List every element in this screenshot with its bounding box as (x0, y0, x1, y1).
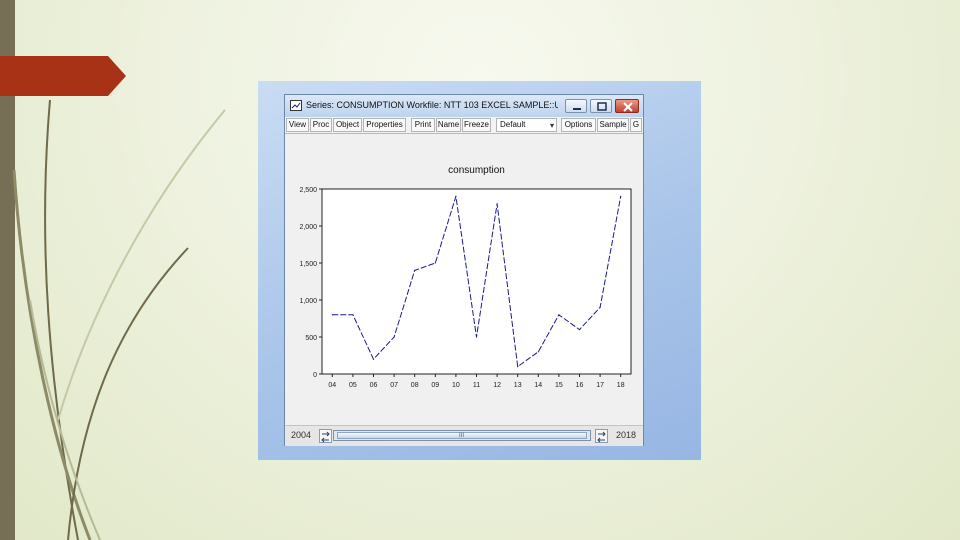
x-tick-label: 14 (534, 382, 542, 389)
data-point (372, 358, 375, 360)
proc-button[interactable]: Proc (310, 118, 332, 132)
x-tick-label: 09 (431, 382, 439, 389)
data-point (475, 336, 478, 338)
data-point (620, 195, 622, 197)
maximize-button[interactable] (590, 99, 612, 113)
series-graph-icon (290, 100, 302, 111)
data-point (331, 314, 333, 316)
title-bar[interactable]: Series: CONSUMPTION Workfile: NTT 103 EX… (285, 95, 643, 118)
swap-arrows-icon (321, 431, 330, 443)
x-tick-label: 15 (555, 382, 563, 389)
screenshot-panel: Series: CONSUMPTION Workfile: NTT 103 EX… (258, 81, 701, 460)
options-button[interactable]: Options (561, 118, 596, 132)
chart-title: consumption (448, 165, 505, 176)
object-button[interactable]: Object (333, 118, 362, 132)
x-tick-label: 06 (370, 382, 378, 389)
scrollbar-thumb[interactable]: III (337, 432, 587, 439)
data-point (352, 314, 354, 316)
plot-frame (321, 188, 632, 375)
x-tick-label: 17 (596, 382, 604, 389)
swap-arrows-icon (597, 431, 606, 443)
chevron-down-icon: ▾ (549, 121, 554, 130)
toolbar-overflow-button[interactable]: G (630, 118, 642, 132)
sample-start-label: 2004 (291, 430, 312, 440)
series-window: Series: CONSUMPTION Workfile: NTT 103 EX… (284, 94, 644, 446)
window-title: Series: CONSUMPTION Workfile: NTT 103 EX… (306, 100, 558, 110)
minimize-button[interactable] (565, 99, 587, 113)
y-tick-label: 1,000 (299, 298, 317, 305)
properties-button[interactable]: Properties (363, 118, 406, 132)
data-point (393, 336, 395, 338)
data-point (558, 314, 560, 316)
x-tick-label: 13 (514, 382, 522, 389)
close-icon (623, 102, 633, 112)
x-tick-label: 18 (617, 382, 625, 389)
minimize-icon (573, 108, 581, 110)
range-end-adjust-button[interactable] (595, 429, 608, 443)
y-tick-label: 0 (313, 372, 317, 379)
x-tick-label: 08 (411, 382, 419, 389)
sample-button[interactable]: Sample (597, 118, 629, 132)
data-point (434, 262, 436, 264)
consumption-line-chart: consumption 0 500 1,000 1,500 2,000 2,500 04 05 0… (299, 165, 632, 389)
view-button[interactable]: View (286, 118, 309, 132)
scrollbar-grip: III (459, 433, 465, 439)
print-button[interactable]: Print (411, 118, 435, 132)
y-tick-label: 2,500 (299, 187, 317, 194)
close-button[interactable] (615, 99, 639, 113)
data-point (578, 329, 581, 331)
x-tick-label: 04 (328, 382, 336, 389)
x-tick-label: 10 (452, 382, 460, 389)
data-point (599, 306, 601, 308)
name-button[interactable]: Name (436, 118, 461, 132)
sample-end-label: 2018 (616, 430, 637, 440)
graph-area: consumption 0 500 1,000 1,500 2,000 2,500 04 05 0… (286, 135, 642, 425)
x-tick-label: 16 (576, 382, 584, 389)
display-type-value: Default (500, 120, 526, 129)
y-tick-label: 500 (305, 335, 317, 342)
data-point (455, 195, 457, 197)
series-toolbar: View Proc Object Properties Print Name F… (285, 117, 643, 134)
sample-range-scrollbar[interactable]: III (333, 430, 591, 441)
data-point (517, 366, 519, 368)
display-type-select[interactable]: Default ▾ (496, 118, 557, 132)
x-tick-label: 05 (349, 382, 357, 389)
freeze-button[interactable]: Freeze (462, 118, 491, 132)
x-tick-label: 11 (473, 382, 480, 389)
data-point (537, 351, 539, 353)
slide-decorative-lines (12, 99, 226, 540)
y-tick-label: 2,000 (299, 224, 317, 231)
range-start-adjust-button[interactable] (319, 429, 332, 443)
y-tick-label: 1,500 (299, 261, 317, 268)
x-tick-label: 07 (390, 382, 398, 389)
maximize-icon (597, 102, 607, 111)
sample-range-bar: 2004 III 2018 (285, 425, 643, 446)
data-point (496, 203, 498, 205)
data-point (414, 269, 416, 271)
x-tick-label: 12 (493, 382, 501, 389)
